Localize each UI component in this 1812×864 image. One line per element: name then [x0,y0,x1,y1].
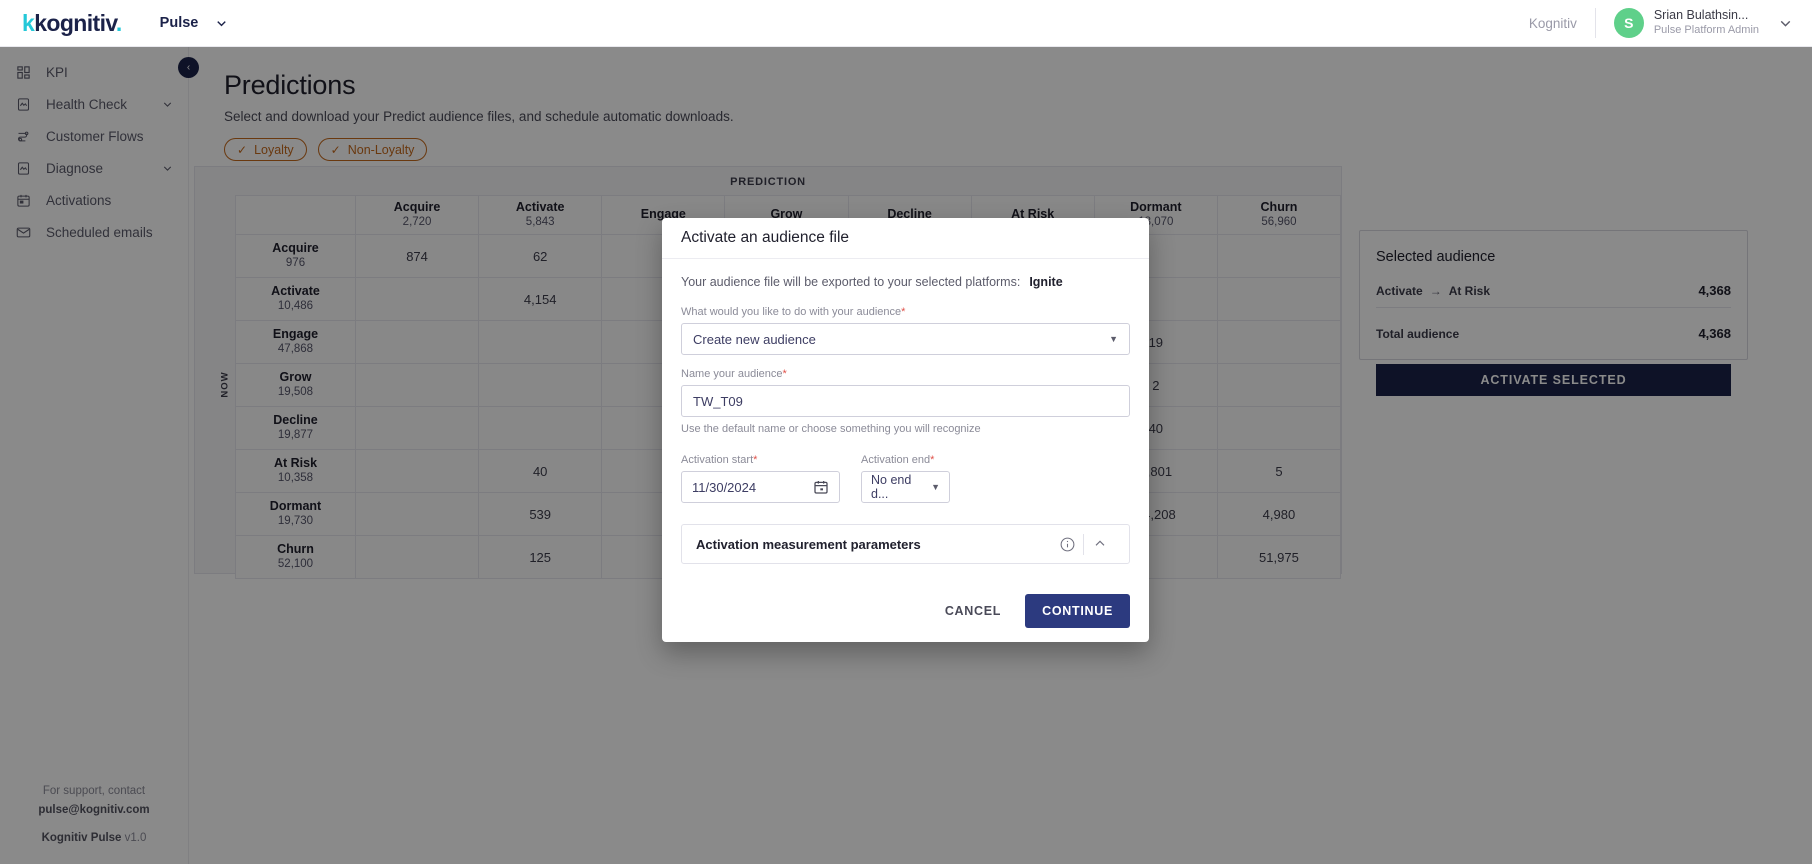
export-platforms-line: Your audience file will be exported to y… [681,275,1130,289]
chevron-down-icon[interactable] [1777,15,1794,32]
avatar: S [1613,8,1644,38]
top-bar-right: Kognitiv S Srian Bulathsin... Pulse Plat… [1529,0,1812,46]
activation-start-label: Activation start* [681,454,840,466]
user-name: Srian Bulathsin... [1653,8,1749,23]
calendar-icon[interactable] [813,479,829,495]
tenant-label: Kognitiv [1528,15,1577,31]
required-marker: * [782,368,787,380]
logo-text: kognitiv [34,9,116,36]
audience-action-label-text: What would you like to do with your audi… [681,306,902,318]
activation-start-group: Activation start* 11/30/2024 [681,454,840,503]
audience-name-value: TW_T09 [693,393,743,409]
kognitiv-logo[interactable]: kkognitiv. [22,10,122,37]
activation-end-value: No end d... [871,473,912,501]
accordion-title: Activation measurement parameters [696,536,921,552]
activation-start-value: 11/30/2024 [692,479,757,495]
chevron-down-icon: ▼ [931,482,940,492]
chevron-down-icon[interactable] [214,16,229,31]
audience-action-label: What would you like to do with your audi… [681,306,1130,318]
required-marker: * [901,306,906,318]
audience-action-value: Create new audience [693,331,816,347]
divider [1594,8,1596,38]
info-icon[interactable] [1052,529,1083,560]
activation-start-input[interactable]: 11/30/2024 [681,471,840,503]
modal-body: Your audience file will be exported to y… [662,259,1149,580]
cancel-button[interactable]: CANCEL [935,596,1011,626]
audience-action-select[interactable]: Create new audience ▼ [681,323,1130,355]
modal-title: Activate an audience file [662,218,1149,259]
export-text: Your audience file will be exported to y… [681,275,1021,289]
activate-audience-modal: Activate an audience file Your audience … [662,218,1149,642]
activation-end-select[interactable]: No end d... ▼ [861,471,950,503]
audience-name-input[interactable]: TW_T09 [681,385,1130,417]
activation-end-label-text: Activation end [861,454,931,466]
user-role: Pulse Platform Admin [1653,23,1759,36]
activation-dates-row: Activation start* 11/30/2024 Activation … [681,454,1130,503]
audience-name-helper: Use the default name or choose something… [681,423,981,435]
chevron-down-icon: ▼ [1109,334,1118,344]
measurement-parameters-accordion[interactable]: Activation measurement parameters [681,524,1130,564]
activation-start-label-text: Activation start [681,454,754,466]
accordion-actions [1052,529,1115,560]
user-text: Srian Bulathsin... Pulse Platform Admin [1654,8,1759,37]
app-root: kkognitiv. Pulse Kognitiv S Srian Bulath… [0,0,1812,864]
top-bar: kkognitiv. Pulse Kognitiv S Srian Bulath… [0,0,1812,47]
export-platform: Ignite [1029,275,1063,289]
activation-end-label: Activation end* [861,454,950,466]
audience-name-label-text: Name your audience [681,368,783,380]
product-name[interactable]: Pulse [160,15,199,31]
required-marker: * [753,454,758,466]
chevron-up-icon[interactable] [1084,529,1115,560]
modal-footer: CANCEL CONTINUE [662,580,1149,642]
activation-end-group: Activation end* No end d... ▼ [861,454,950,503]
continue-button[interactable]: CONTINUE [1025,594,1130,628]
required-marker: * [930,454,935,466]
audience-name-label: Name your audience* [681,368,1130,380]
user-menu[interactable]: S Srian Bulathsin... Pulse Platform Admi… [1613,8,1794,38]
